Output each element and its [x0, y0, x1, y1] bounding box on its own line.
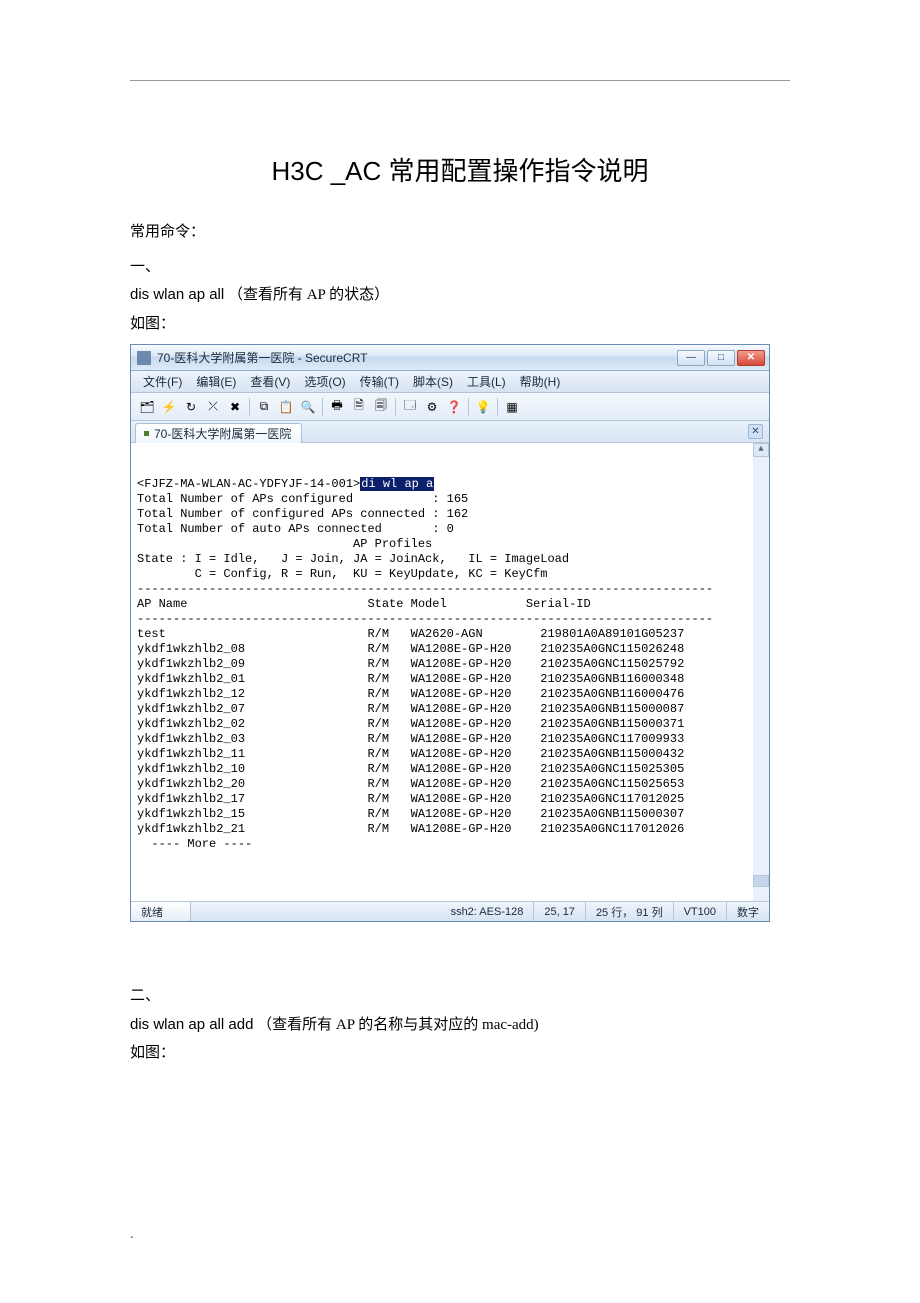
status-bar: 就绪 ssh2: AES-128 25, 17 25 行， 91 列 VT100… — [131, 901, 769, 921]
section-two-figure-label: 如图： — [130, 1039, 790, 1068]
session-tab-label: 70-医科大学附属第一医院 — [154, 425, 291, 442]
tab-bar: 70-医科大学附属第一医院 ✕ — [131, 421, 769, 443]
menu-view[interactable]: 查看(V) — [244, 372, 296, 391]
quick-connect-icon: ⚡ — [162, 400, 177, 414]
properties-icon: 🗔 — [403, 396, 416, 417]
print-setup-icon: 🗎 — [354, 396, 364, 417]
section-two-label: 二、 — [130, 982, 790, 1011]
minimize-icon: — — [686, 352, 696, 363]
menu-transfer[interactable]: 传输(T) — [354, 372, 405, 391]
help-button[interactable]: 💡 — [473, 397, 493, 417]
close-button[interactable]: ✕ — [737, 350, 765, 366]
print-setup-button[interactable]: 🗎 — [349, 397, 369, 417]
tab-status-icon — [144, 431, 149, 436]
disconnect-button[interactable]: ⤫ — [203, 397, 223, 417]
trace-icon: ❓ — [447, 400, 462, 414]
tile-button[interactable]: ▦ — [502, 397, 522, 417]
scrollbar-thumb[interactable] — [753, 875, 769, 887]
document-title: H3C _AC 常用配置操作指令说明 — [130, 151, 790, 188]
section-two-note: （查看所有 AP 的名称与其对应的 mac-add) — [257, 1017, 539, 1033]
paste-button[interactable]: 📋 — [276, 397, 296, 417]
status-ready: 就绪 — [131, 902, 191, 921]
print-preview-button[interactable]: 🗐 — [371, 397, 391, 417]
window-title: 70-医科大学附属第一医院 - SecureCRT — [157, 349, 677, 366]
status-term-type: VT100 — [674, 902, 727, 921]
status-encryption: ssh2: AES-128 — [441, 902, 535, 921]
copy-button[interactable]: ⧉ — [254, 397, 274, 417]
terminal-typed-command: di wl ap a — [360, 477, 434, 491]
close-button[interactable]: ✖ — [225, 397, 245, 417]
menu-tools[interactable]: 工具(L) — [461, 372, 512, 391]
menu-file[interactable]: 文件(F) — [137, 372, 188, 391]
session-manager-icon: 🗂 — [139, 400, 154, 414]
window-titlebar[interactable]: 70-医科大学附属第一医院 - SecureCRT — □ ✕ — [131, 345, 769, 371]
properties-button[interactable]: 🗔 — [400, 397, 420, 417]
menu-help[interactable]: 帮助(H) — [514, 372, 567, 391]
menu-bar: 文件(F) 编辑(E) 查看(V) 选项(O) 传输(T) 脚本(S) 工具(L… — [131, 371, 769, 393]
print-button[interactable]: 🖶 — [327, 397, 347, 417]
minimize-button[interactable]: — — [677, 350, 705, 366]
section-one-command: dis wlan ap all — [130, 286, 224, 303]
menu-options[interactable]: 选项(O) — [298, 372, 351, 391]
terminal-body-text: Total Number of APs configured : 165 Tot… — [137, 492, 747, 852]
maximize-button[interactable]: □ — [707, 350, 735, 366]
toolbar-separator — [249, 398, 250, 416]
options-icon: ⚙ — [427, 400, 438, 414]
disconnect-icon: ⤫ — [208, 399, 218, 414]
menu-script[interactable]: 脚本(S) — [407, 372, 459, 391]
tab-close-button[interactable]: ✕ — [748, 424, 763, 439]
app-icon — [137, 351, 151, 365]
help-icon: 💡 — [476, 400, 491, 414]
section-one-figure-label: 如图： — [130, 310, 790, 339]
close-icon: ✖ — [230, 400, 240, 414]
scrollbar-up-button[interactable]: ▲ — [753, 443, 769, 457]
tile-icon: ▦ — [506, 400, 517, 414]
toolbar-separator — [322, 398, 323, 416]
footer-dot: . — [130, 1227, 134, 1243]
menu-edit[interactable]: 编辑(E) — [190, 372, 242, 391]
session-manager-button[interactable]: 🗂 — [137, 397, 157, 417]
copy-icon: ⧉ — [260, 399, 269, 414]
section-one-command-line: dis wlan ap all （查看所有 AP 的状态） — [130, 281, 790, 310]
print-icon: 🖶 — [331, 396, 342, 417]
reconnect-button[interactable]: ↻ — [181, 397, 201, 417]
section-two-command-line: dis wlan ap all add （查看所有 AP 的名称与其对应的 ma… — [130, 1011, 790, 1040]
quick-connect-button[interactable]: ⚡ — [159, 397, 179, 417]
section-two-command: dis wlan ap all add — [130, 1016, 253, 1033]
find-icon: 🔍 — [301, 400, 316, 414]
securecrt-window: 70-医科大学附属第一医院 - SecureCRT — □ ✕ 文件(F) 编辑… — [130, 344, 770, 922]
options-button[interactable]: ⚙ — [422, 397, 442, 417]
print-preview-icon: 🗐 — [375, 396, 387, 417]
status-cursor-pos: 25, 17 — [534, 902, 586, 921]
terminal-output[interactable]: <FJFZ-MA-WLAN-AC-YDFYJF-14-001>di wl ap … — [131, 443, 769, 901]
reconnect-icon: ↻ — [186, 400, 196, 414]
maximize-icon: □ — [718, 352, 724, 363]
header-rule — [130, 80, 790, 81]
paste-icon: 📋 — [279, 400, 294, 414]
toolbar-separator — [497, 398, 498, 416]
section-one-note: （查看所有 AP 的状态） — [228, 287, 389, 303]
close-icon: ✕ — [747, 352, 755, 363]
trace-button[interactable]: ❓ — [444, 397, 464, 417]
toolbar-separator — [468, 398, 469, 416]
section-one-label: 一、 — [130, 253, 790, 282]
find-button[interactable]: 🔍 — [298, 397, 318, 417]
terminal-prompt-line: <FJFZ-MA-WLAN-AC-YDFYJF-14-001>di wl ap … — [137, 477, 747, 492]
toolbar: 🗂 ⚡ ↻ ⤫ ✖ ⧉ 📋 🔍 🖶 🗎 🗐 🗔 ⚙ ❓ 💡 ▦ — [131, 393, 769, 421]
toolbar-separator — [395, 398, 396, 416]
heading-common-commands: 常用命令： — [130, 218, 790, 247]
session-tab[interactable]: 70-医科大学附属第一医院 — [135, 423, 302, 443]
status-rows-cols: 25 行， 91 列 — [586, 902, 674, 921]
status-numlock: 数字 — [727, 902, 769, 921]
tab-close-icon: ✕ — [751, 426, 759, 437]
